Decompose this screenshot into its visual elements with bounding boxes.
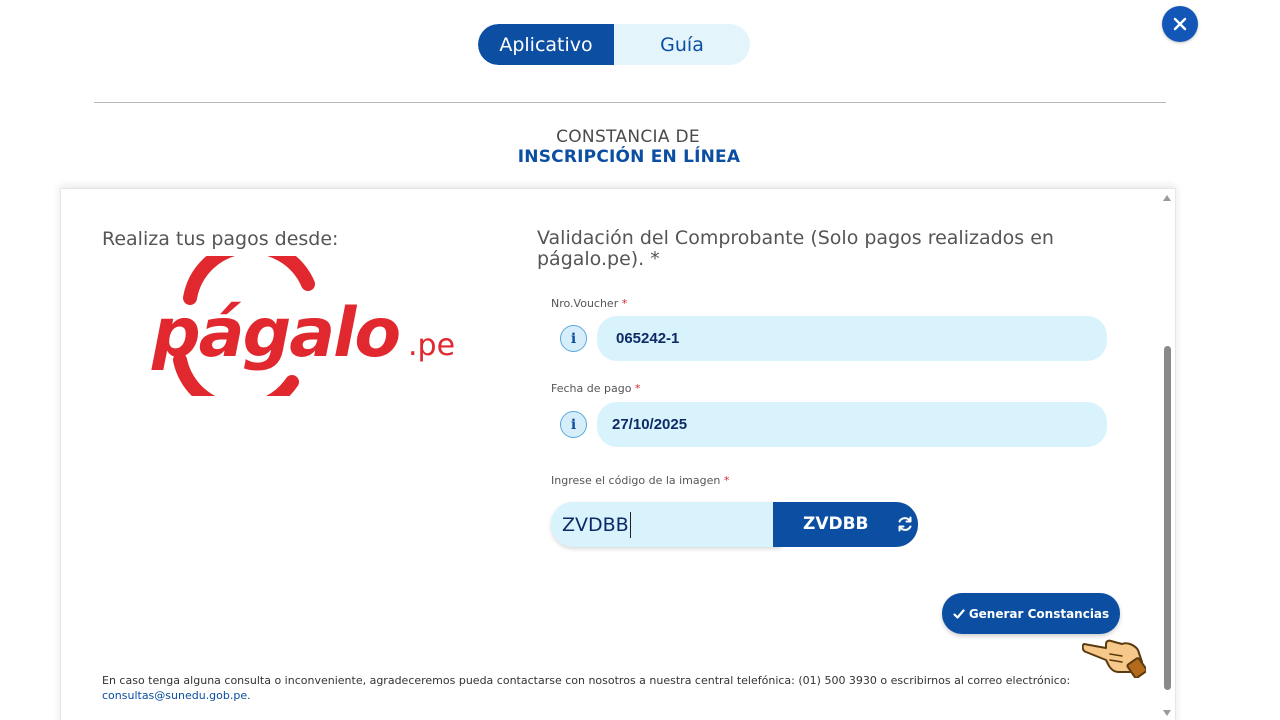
captcha-input-value: ZVDBB — [562, 513, 629, 536]
info-icon[interactable]: i — [560, 411, 587, 438]
tab-guia[interactable]: Guía — [614, 24, 750, 65]
scroll-up-arrow[interactable] — [1163, 195, 1171, 201]
validation-heading: Validación del Comprobante (Solo pagos r… — [537, 227, 1054, 270]
voucher-label: Nro.Voucher * — [551, 297, 627, 310]
logo-wordmark: págalo — [151, 294, 399, 373]
pointing-hand-icon — [1082, 639, 1146, 678]
voucher-input[interactable]: 065242-1 — [597, 316, 1107, 361]
divider — [94, 102, 1166, 103]
text-caret — [629, 511, 631, 538]
page-title-line2: INSCRIPCIÓN EN LÍNEA — [517, 147, 741, 167]
contact-note: En caso tenga alguna consulta o inconven… — [102, 673, 1102, 703]
close-button[interactable] — [1162, 6, 1198, 42]
required-mark: * — [634, 382, 641, 395]
captcha-label: Ingrese el código de la imagen * — [551, 474, 729, 487]
tab-aplicativo[interactable]: Aplicativo — [478, 24, 614, 65]
contact-note-text: En caso tenga alguna consulta o inconven… — [102, 674, 1071, 687]
captcha-input[interactable]: ZVDBB — [551, 502, 781, 547]
captcha-code: ZVDBB — [803, 514, 869, 534]
required-mark: * — [723, 474, 730, 487]
generar-constancias-label: Generar Constancias — [968, 606, 1110, 621]
info-icon[interactable]: i — [560, 325, 587, 352]
pagalo-logo: págalo .pe — [151, 256, 455, 396]
captcha-image: ZVDBB — [773, 502, 918, 547]
close-icon — [1173, 17, 1187, 31]
required-mark: * — [621, 297, 628, 310]
check-icon — [953, 608, 965, 619]
page: Aplicativo Guía CONSTANCIA DE INSCRIPCIÓ… — [0, 0, 1280, 720]
email-suffix: . — [247, 689, 251, 702]
logo-domain: .pe — [408, 328, 455, 363]
fecha-input[interactable]: 27/10/2025 — [597, 402, 1107, 447]
refresh-icon[interactable] — [896, 515, 914, 533]
scroll-down-arrow[interactable] — [1163, 710, 1171, 716]
payment-heading: Realiza tus pagos desde: — [102, 228, 339, 250]
scroll-thumb[interactable] — [1164, 346, 1171, 690]
tab-bar: Aplicativo Guía — [478, 24, 750, 65]
captcha-label-text: Ingrese el código de la imagen — [551, 474, 721, 487]
generar-constancias-button[interactable]: Generar Constancias — [942, 593, 1120, 634]
email-link[interactable]: consultas@sunedu.gob.pe — [102, 689, 247, 702]
scrollbar[interactable] — [1160, 190, 1174, 720]
fecha-label-text: Fecha de pago — [551, 382, 632, 395]
voucher-label-text: Nro.Voucher — [551, 297, 619, 310]
fecha-label: Fecha de pago * — [551, 382, 640, 395]
page-title-line1: CONSTANCIA DE — [556, 127, 700, 147]
